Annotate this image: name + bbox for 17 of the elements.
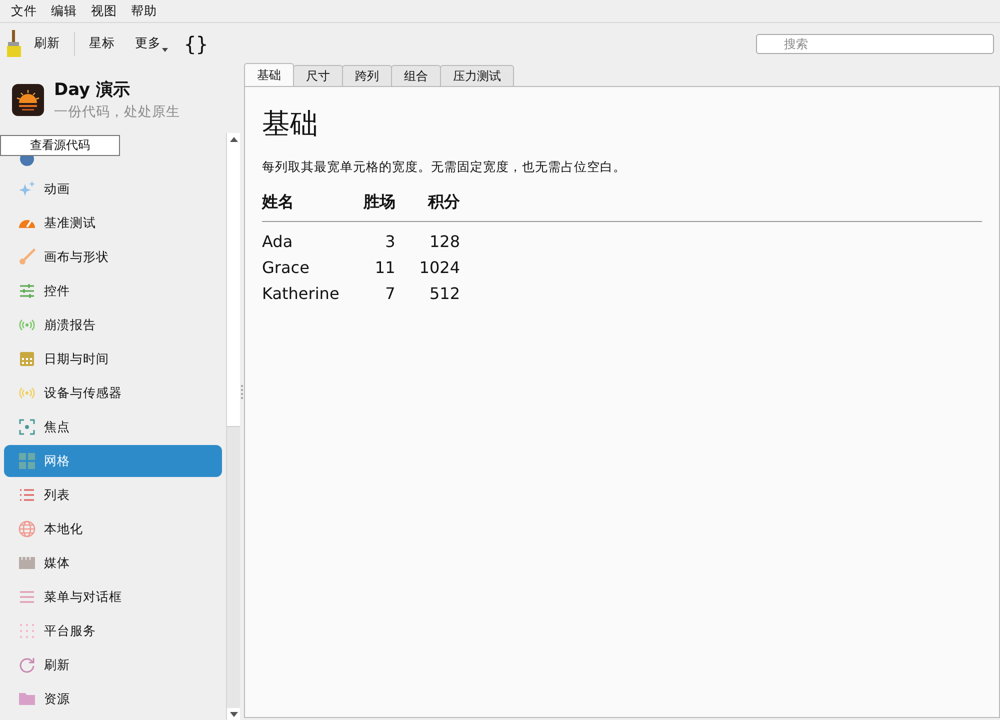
tooltip: 查看源代码	[0, 135, 120, 156]
table-cell: 128	[429, 232, 460, 250]
page-heading: 基础	[262, 106, 319, 142]
table-cell: 7	[385, 284, 396, 302]
column-header: 积分	[428, 192, 460, 211]
table-cell: 3	[385, 232, 396, 250]
column-header: 姓名	[262, 192, 294, 211]
description: 每列取其最宽单元格的宽度。无需固定宽度，也无需占位空白。	[262, 159, 627, 176]
app-title: Day 演示	[54, 79, 132, 101]
table-cell: 512	[429, 284, 460, 302]
table-cell: Ada	[262, 232, 293, 250]
column-header: 胜场	[363, 192, 396, 211]
table-cell: 1024	[419, 258, 460, 276]
table-cell: 11	[374, 258, 396, 276]
table-cell: Grace	[262, 258, 310, 276]
app-subtitle: 一份代码，处处原生	[54, 103, 180, 121]
table-cell: Katherine	[262, 284, 340, 302]
